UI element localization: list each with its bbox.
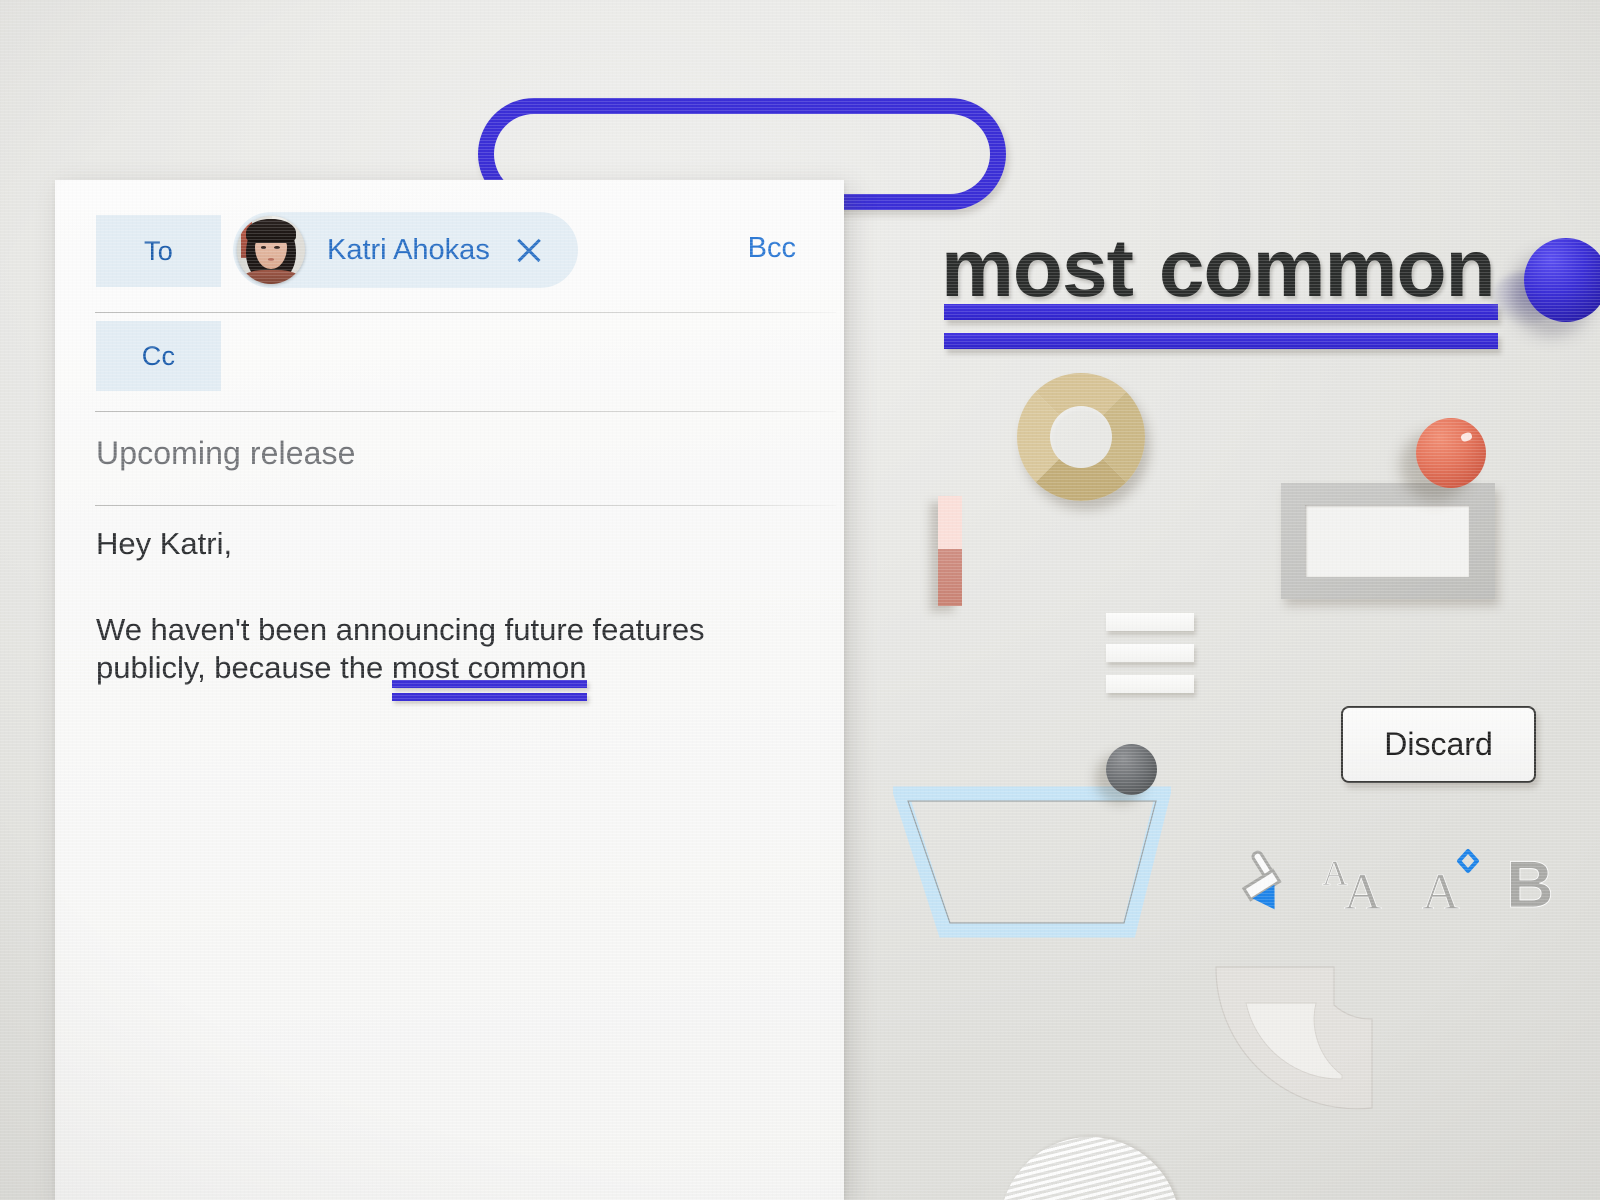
divider [95, 411, 836, 412]
headline-word-1: most [941, 223, 1134, 314]
discard-button[interactable]: Discard [1341, 706, 1536, 783]
gray-frame-shape [1281, 483, 1495, 599]
subject-input[interactable]: Upcoming release [96, 435, 356, 472]
svg-text:A: A [1422, 864, 1460, 915]
headline-underline-bar-1 [944, 304, 1498, 320]
headline-text: most common [941, 228, 1521, 310]
headline-word-2: common [1158, 223, 1496, 314]
to-field-label: To [96, 215, 221, 287]
striped-circle-shape [1000, 1137, 1180, 1200]
font-size-stepper-icon[interactable]: A [1422, 845, 1488, 915]
recipient-name: Katri Ahokas [327, 233, 490, 266]
quarter-arc-shape [1215, 966, 1373, 1110]
body-greeting: Hey Katri, [96, 526, 233, 561]
bcc-field-label[interactable]: Bcc [748, 232, 796, 265]
cc-field-label: Cc [96, 321, 221, 391]
svg-text:B: B [1506, 847, 1554, 915]
headline-underline-bar-2 [944, 333, 1498, 349]
blue-trapezoid-shape [893, 786, 1171, 938]
gray-sphere-shape [1106, 744, 1157, 795]
svg-text:A: A [1344, 864, 1382, 915]
blue-sphere-shape [1524, 238, 1600, 322]
divider [95, 505, 836, 506]
email-compose-card: To Katri Ahokas Bcc Cc Upcoming release … [55, 180, 844, 1200]
callout-headline: most common [941, 228, 1521, 349]
avatar [237, 216, 305, 284]
recipient-chip-katri-ahokas[interactable]: Katri Ahokas [233, 212, 578, 288]
body-paragraph: We haven't been announcing future featur… [96, 611, 784, 687]
close-icon[interactable] [514, 235, 544, 265]
stacked-bars-shape [1106, 613, 1194, 706]
formatting-toolbar: A A A B [1228, 845, 1558, 915]
scene-canvas: To Katri Ahokas Bcc Cc Upcoming release … [0, 0, 1600, 1200]
pink-bar-shape [938, 496, 962, 606]
message-body[interactable]: Hey Katri, We haven't been announcing fu… [96, 525, 784, 686]
format-painter-icon[interactable] [1228, 845, 1300, 915]
highlighted-phrase: most common [391, 649, 587, 685]
divider [95, 312, 836, 313]
tan-ring-shape [1017, 373, 1145, 501]
bold-icon[interactable]: B [1504, 845, 1554, 915]
font-size-aa-icon[interactable]: A A [1320, 845, 1396, 915]
orange-sphere-shape [1416, 418, 1486, 488]
